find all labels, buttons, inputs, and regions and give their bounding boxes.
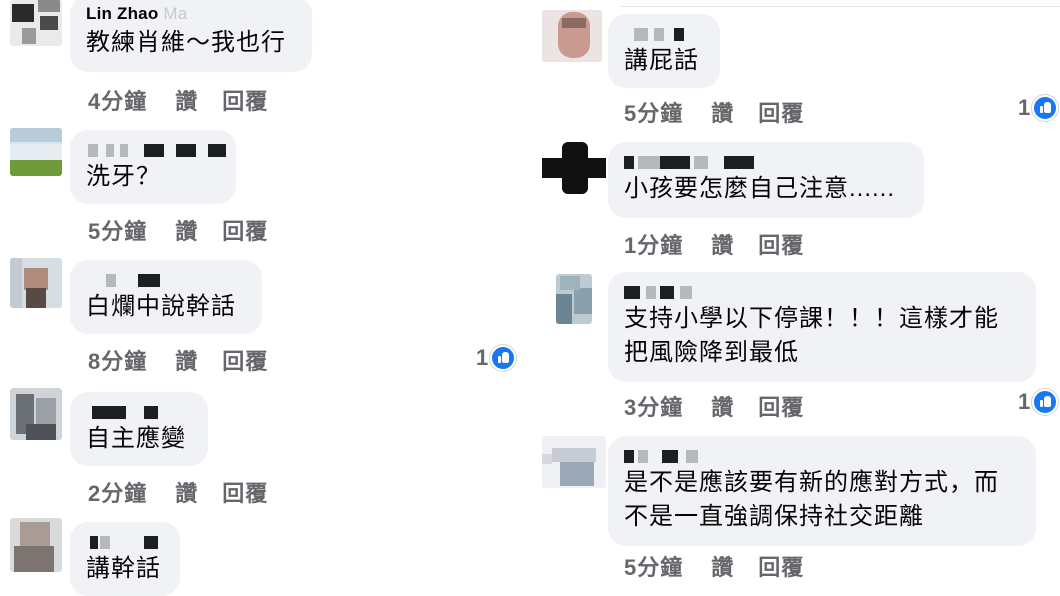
- like-button[interactable]: 讚: [175, 476, 198, 508]
- comment-text: 教練肖維～我也行: [86, 29, 286, 56]
- comment-text-line: 把風險降到最低: [624, 339, 799, 366]
- comment-bubble: 講屁話: [608, 14, 720, 88]
- author-name[interactable]: Lin Zhao Ma: [86, 4, 296, 26]
- reply-button[interactable]: 回覆: [758, 96, 804, 128]
- reaction-count[interactable]: 1: [476, 345, 517, 371]
- author-name[interactable]: [86, 138, 226, 160]
- like-button[interactable]: 讚: [711, 550, 734, 582]
- comment-text-line: 支持小學以下停課！！！這樣才能: [624, 305, 999, 332]
- comment-text: 小孩要怎麼自己注意......: [624, 175, 896, 202]
- timestamp[interactable]: 2分鐘: [88, 476, 147, 508]
- comment-bubble: 自主應變: [70, 392, 208, 466]
- avatar[interactable]: [556, 274, 592, 324]
- like-reaction-icon: [1032, 95, 1059, 121]
- comment-meta: 8分鐘讚回覆: [88, 344, 268, 376]
- avatar[interactable]: [542, 436, 606, 488]
- comment-column-right: 講屁話 5分鐘讚回覆 1 小孩要怎麼自己注意...... 1分鐘讚回覆 支持小學…: [530, 0, 1060, 596]
- comment-meta: 4分鐘讚回覆: [88, 84, 268, 116]
- like-reaction-icon: [490, 345, 517, 371]
- like-button[interactable]: 讚: [711, 96, 734, 128]
- author-name[interactable]: [624, 150, 908, 172]
- reaction-count[interactable]: 1: [1018, 95, 1059, 121]
- author-name[interactable]: [86, 400, 192, 422]
- timestamp[interactable]: 1分鐘: [624, 228, 683, 260]
- like-button[interactable]: 讚: [711, 390, 734, 422]
- author-name[interactable]: [624, 444, 1020, 466]
- author-name[interactable]: [86, 268, 246, 290]
- comment-bubble: Lin Zhao Ma 教練肖維～我也行: [70, 0, 312, 72]
- avatar[interactable]: [10, 0, 62, 46]
- timestamp[interactable]: 4分鐘: [88, 84, 147, 116]
- author-name[interactable]: [86, 530, 164, 552]
- timestamp[interactable]: 8分鐘: [88, 344, 147, 376]
- comment-meta: 5分鐘讚回覆: [624, 550, 804, 582]
- avatar[interactable]: [10, 518, 62, 572]
- avatar[interactable]: [10, 388, 62, 440]
- like-button[interactable]: 讚: [175, 84, 198, 116]
- like-button[interactable]: 讚: [711, 228, 734, 260]
- comment-text: 講幹話: [86, 555, 161, 582]
- avatar[interactable]: [10, 258, 62, 308]
- comment-meta: 2分鐘讚回覆: [88, 476, 268, 508]
- timestamp[interactable]: 5分鐘: [88, 214, 147, 246]
- comment-text: 講屁話: [624, 47, 699, 74]
- comment-meta: 3分鐘讚回覆: [624, 390, 804, 422]
- reaction-count[interactable]: 1: [1018, 389, 1059, 415]
- comment-bubble: 白爛中說幹話: [70, 260, 262, 334]
- reply-button[interactable]: 回覆: [222, 344, 268, 376]
- reply-button[interactable]: 回覆: [222, 84, 268, 116]
- comment-meta: 5分鐘讚回覆: [624, 96, 804, 128]
- avatar[interactable]: [10, 128, 62, 176]
- reply-button[interactable]: 回覆: [222, 214, 268, 246]
- comment-text: 自主應變: [86, 425, 186, 452]
- author-name[interactable]: [624, 22, 704, 44]
- reply-button[interactable]: 回覆: [758, 390, 804, 422]
- like-button[interactable]: 讚: [175, 344, 198, 376]
- reply-button[interactable]: 回覆: [222, 476, 268, 508]
- comment-bubble: 洗牙？: [70, 130, 236, 204]
- comment-bubble: 支持小學以下停課！！！這樣才能 把風險降到最低: [608, 272, 1036, 382]
- reply-button[interactable]: 回覆: [758, 228, 804, 260]
- timestamp[interactable]: 5分鐘: [624, 96, 683, 128]
- comment-meta: 1分鐘讚回覆: [624, 228, 804, 260]
- comment-column-left: Lin Zhao Ma 教練肖維～我也行 4分鐘讚回覆 洗牙？ 5分鐘 讚 回覆…: [0, 0, 530, 596]
- comment-text: 白爛中說幹話: [86, 293, 236, 320]
- timestamp[interactable]: 3分鐘: [624, 390, 683, 422]
- author-name[interactable]: [624, 280, 1020, 302]
- timestamp[interactable]: 5分鐘: [624, 550, 683, 582]
- comment-text: 洗牙？: [86, 163, 161, 190]
- comment-bubble: 講幹話: [70, 522, 180, 596]
- reply-button[interactable]: 回覆: [758, 550, 804, 582]
- comment-bubble: 小孩要怎麼自己注意......: [608, 142, 924, 218]
- avatar[interactable]: [542, 142, 606, 194]
- comment-bubble: 是不是應該要有新的應對方式，而 不是一直強調保持社交距離: [608, 436, 1036, 546]
- comment-text-line: 是不是應該要有新的應對方式，而: [624, 469, 999, 496]
- comment-meta: 5分鐘讚回覆: [88, 214, 268, 246]
- like-reaction-icon: [1032, 389, 1059, 415]
- comment-text-line: 不是一直強調保持社交距離: [624, 503, 924, 530]
- avatar[interactable]: [542, 10, 602, 62]
- like-button[interactable]: 讚: [175, 214, 198, 246]
